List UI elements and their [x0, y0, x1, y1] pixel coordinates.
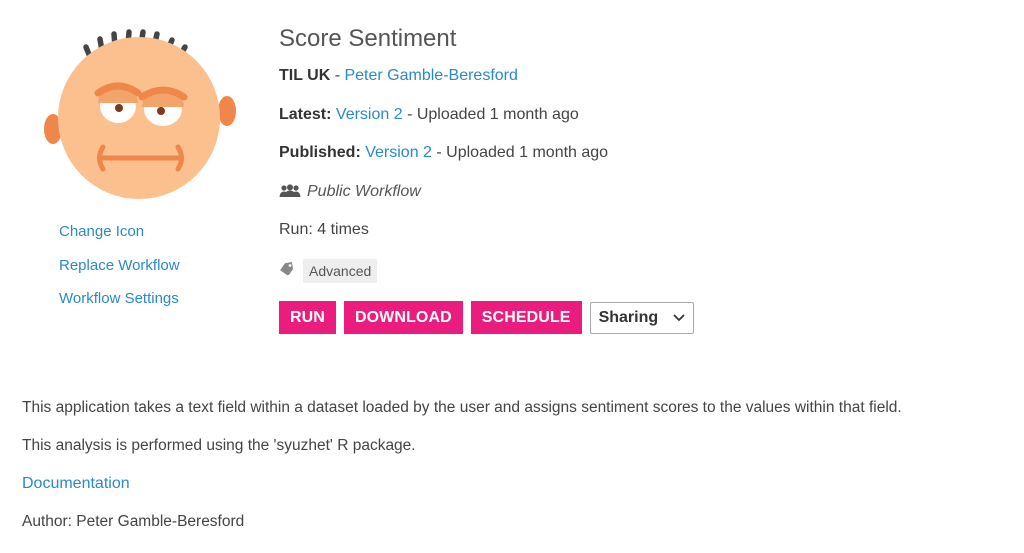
run-button[interactable]: RUN	[279, 301, 336, 334]
download-button[interactable]: DOWNLOAD	[343, 301, 463, 334]
sidebar-links: Change Icon Replace Workflow Workflow Se…	[59, 222, 180, 323]
latest-row: Latest: Version 2 - Uploaded 1 month ago	[279, 104, 979, 126]
published-row: Published: Version 2 - Uploaded 1 month …	[279, 142, 979, 164]
page-title: Score Sentiment	[279, 25, 457, 52]
visibility-label: Public Workflow	[307, 182, 421, 200]
owner-row: TIL UK - Peter Gamble-Beresford	[279, 65, 979, 87]
action-bar: RUN DOWNLOAD SCHEDULE Sharing	[279, 301, 979, 335]
latest-version-link[interactable]: Version 2	[336, 106, 403, 123]
sharing-select-value: Sharing	[598, 308, 659, 326]
tag-icon	[279, 261, 295, 280]
workflow-description: This application takes a text field with…	[22, 397, 1012, 549]
latest-label: Latest:	[279, 105, 332, 123]
documentation-link[interactable]: Documentation	[22, 475, 130, 492]
published-version-link[interactable]: Version 2	[365, 144, 432, 161]
change-icon-link[interactable]: Change Icon	[59, 222, 180, 242]
workflow-settings-link[interactable]: Workflow Settings	[59, 289, 180, 309]
published-label: Published:	[279, 144, 361, 161]
description-line-1: This application takes a text field with…	[22, 399, 902, 416]
latest-uploaded: Uploaded 1 month ago	[416, 105, 579, 123]
documentation-row: Documentation	[22, 473, 1012, 495]
tags-row: Advanced	[279, 258, 979, 284]
workflow-avatar-icon	[40, 25, 240, 205]
run-count: Run: 4 times	[279, 221, 369, 238]
replace-workflow-link[interactable]: Replace Workflow	[59, 256, 180, 276]
tag-advanced[interactable]: Advanced	[303, 258, 378, 283]
separator: -	[402, 105, 417, 123]
visibility-row: Public Workflow	[279, 181, 979, 203]
separator: -	[330, 67, 345, 84]
owner-link[interactable]: Peter Gamble-Beresford	[344, 67, 517, 84]
description-line-2: This analysis is performed using the 'sy…	[22, 437, 416, 454]
author-line: Author: Peter Gamble-Beresford	[22, 513, 245, 530]
sharing-select[interactable]: Sharing	[589, 301, 694, 334]
org-name: TIL UK	[279, 67, 331, 84]
schedule-button[interactable]: SCHEDULE	[470, 301, 582, 334]
workflow-page: Change Icon Replace Workflow Workflow Se…	[0, 0, 1024, 553]
workflow-info: Score Sentiment TIL UK - Peter Gamble-Be…	[279, 24, 979, 335]
published-uploaded: Uploaded 1 month ago	[446, 144, 609, 161]
separator: -	[431, 144, 447, 161]
users-icon	[279, 183, 301, 205]
chevron-down-icon	[673, 309, 685, 327]
